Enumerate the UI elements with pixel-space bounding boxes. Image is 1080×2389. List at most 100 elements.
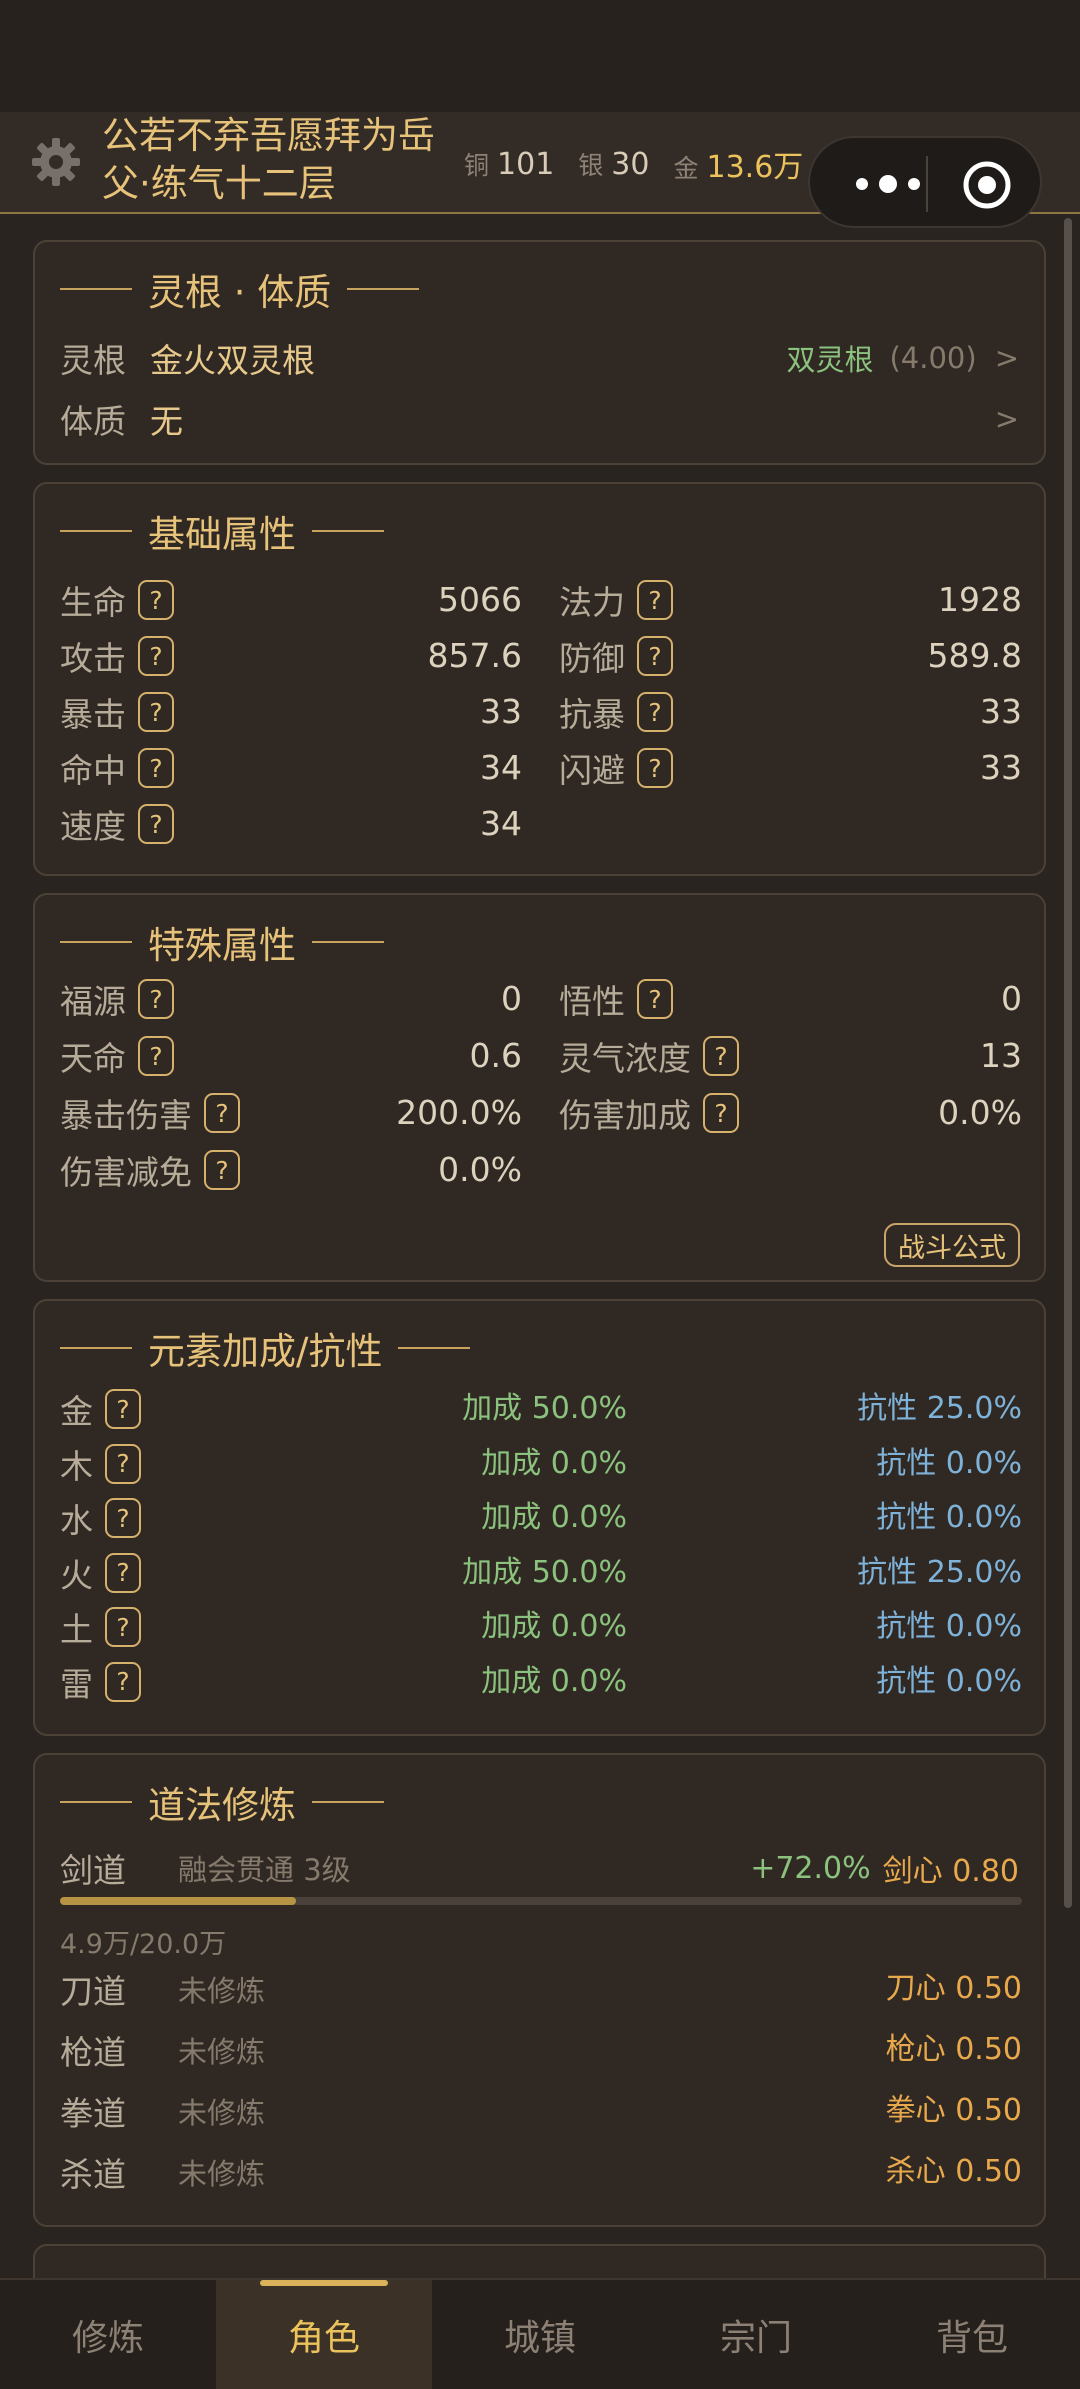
stat-row: 抗暴? xyxy=(559,688,673,736)
help-icon[interactable]: ? xyxy=(637,979,673,1019)
element-resistance: 抗性 0.0% xyxy=(876,1663,1022,1699)
stat-label: 速度 xyxy=(60,807,126,846)
card-title: 元素加成/抗性 xyxy=(60,1323,486,1373)
help-icon[interactable]: ? xyxy=(105,1552,141,1593)
status-bar xyxy=(0,0,1080,112)
dao-name: 拳道 xyxy=(60,2094,126,2133)
element-name: 土 xyxy=(60,1610,93,1649)
stat-label: 法力 xyxy=(559,583,625,622)
element-bonus: 加成 0.0% xyxy=(481,1663,627,1699)
dao-heart: 刀心 0.50 xyxy=(885,1971,1022,2006)
help-icon[interactable]: ? xyxy=(105,1661,141,1702)
stat-label: 暴击 xyxy=(60,695,126,734)
help-icon[interactable]: ? xyxy=(637,636,673,676)
spirit-root-row[interactable]: 灵根 金火双灵根 xyxy=(60,334,315,382)
sword-dao-progress-text: 4.9万/20.0万 xyxy=(60,1917,226,1965)
stat-label: 命中 xyxy=(60,751,126,790)
currency-label: 金 xyxy=(673,154,699,183)
tab-sect[interactable]: 宗门 xyxy=(648,2280,864,2389)
tab-cultivate[interactable]: 修炼 xyxy=(0,2280,216,2389)
help-icon[interactable]: ? xyxy=(637,580,673,620)
help-icon[interactable]: ? xyxy=(105,1498,141,1538)
card-title: 基础属性 xyxy=(60,506,400,556)
stat-row: 灵气浓度? xyxy=(559,1032,739,1080)
stat-value: 0.0% xyxy=(438,1150,522,1189)
element-bonus: 加成 0.0% xyxy=(481,1445,627,1481)
element-resistance: 抗性 25.0% xyxy=(857,1554,1022,1590)
root-constitution-card: 灵根 · 体质 灵根 金火双灵根 双灵根 (4.00) > 体质 无 > xyxy=(33,240,1046,465)
help-icon[interactable]: ? xyxy=(703,1093,739,1133)
stat-row: 暴击? xyxy=(60,688,174,736)
dao-status: 未修炼 xyxy=(178,2035,266,2069)
stat-row: 生命? xyxy=(60,576,174,624)
stat-label: 防御 xyxy=(559,639,625,678)
tab-label: 宗门 xyxy=(719,2317,792,2359)
help-icon[interactable]: ? xyxy=(138,804,174,844)
stat-row: 悟性? xyxy=(559,975,673,1023)
row-key: 灵根 xyxy=(60,341,126,380)
progress-fill xyxy=(60,1897,296,1905)
element-name: 木 xyxy=(60,1446,93,1486)
sword-dao-progress-bar xyxy=(60,1897,1022,1905)
stat-value: 0 xyxy=(501,979,522,1018)
stat-value: 33 xyxy=(480,692,522,731)
scrollbar[interactable] xyxy=(1064,218,1072,1908)
stat-value: 33 xyxy=(980,748,1022,787)
target-icon[interactable] xyxy=(962,160,1012,210)
stat-label: 伤害减免 xyxy=(60,1153,192,1192)
stat-label: 伤害加成 xyxy=(559,1096,691,1135)
element-name: 火 xyxy=(60,1555,93,1595)
element-name: 金 xyxy=(60,1392,93,1431)
element-resistance: 抗性 25.0% xyxy=(857,1391,1022,1426)
root-score: (4.00) xyxy=(889,341,977,375)
help-icon[interactable]: ? xyxy=(138,1036,174,1076)
constitution-row[interactable]: 体质 无 xyxy=(60,395,183,443)
more-dots-icon[interactable] xyxy=(848,164,928,204)
battle-formula-button[interactable]: 战斗公式 xyxy=(884,1223,1020,1267)
dao-heart: 拳心 0.50 xyxy=(885,2093,1022,2128)
element-row: 雷? xyxy=(60,1658,141,1706)
help-icon[interactable]: ? xyxy=(637,692,673,732)
help-icon[interactable]: ? xyxy=(105,1443,141,1484)
element-bonus: 加成 50.0% xyxy=(462,1554,627,1590)
stat-value: 200.0% xyxy=(396,1093,522,1132)
spirit-root-tag: 双灵根 (4.00) > xyxy=(786,334,1019,382)
tab-town[interactable]: 城镇 xyxy=(432,2280,648,2389)
help-icon[interactable]: ? xyxy=(138,748,174,788)
help-icon[interactable]: ? xyxy=(204,1093,240,1133)
element-bonus: 加成 0.0% xyxy=(481,1609,627,1644)
dao-heart: 剑心 0.80 xyxy=(882,1854,1019,1889)
active-tab-indicator xyxy=(260,2280,388,2286)
stat-value: 0 xyxy=(1001,979,1022,1018)
help-icon[interactable]: ? xyxy=(138,979,174,1019)
dao-name: 剑道 xyxy=(60,1851,126,1890)
tab-backpack[interactable]: 背包 xyxy=(864,2280,1080,2389)
stat-value: 857.6 xyxy=(427,636,522,675)
help-icon[interactable]: ? xyxy=(204,1150,240,1190)
help-icon[interactable]: ? xyxy=(138,580,174,620)
help-icon[interactable]: ? xyxy=(138,692,174,732)
chevron-right-icon[interactable]: > xyxy=(995,341,1019,375)
dao-name: 刀道 xyxy=(60,1972,126,2011)
stat-label: 抗暴 xyxy=(559,695,625,734)
element-row: 土? xyxy=(60,1603,141,1651)
help-icon[interactable]: ? xyxy=(138,636,174,676)
chevron-right-icon[interactable]: > xyxy=(995,402,1019,436)
element-row: 木? xyxy=(60,1440,141,1488)
dao-status: 未修炼 xyxy=(178,2157,266,2191)
help-icon[interactable]: ? xyxy=(637,748,673,788)
stat-row: 暴击伤害? xyxy=(60,1089,240,1137)
gear-icon[interactable] xyxy=(30,136,82,188)
miniapp-capsule xyxy=(808,136,1042,228)
help-icon[interactable]: ? xyxy=(703,1036,739,1076)
help-icon[interactable]: ? xyxy=(105,1389,141,1429)
element-resistance: 抗性 0.0% xyxy=(876,1500,1022,1535)
sword-dao-row: 剑道 融会贯通 3级 xyxy=(60,1844,351,1892)
progress-text: 4.9万/20.0万 xyxy=(60,1928,227,1960)
currency-value: 101 xyxy=(497,147,555,182)
element-row: 水? xyxy=(60,1494,141,1542)
dao-row: 拳道 未修炼 xyxy=(60,2087,265,2135)
tab-character[interactable]: 角色 xyxy=(216,2280,432,2389)
stat-value: 589.8 xyxy=(927,636,1022,675)
help-icon[interactable]: ? xyxy=(105,1607,141,1647)
